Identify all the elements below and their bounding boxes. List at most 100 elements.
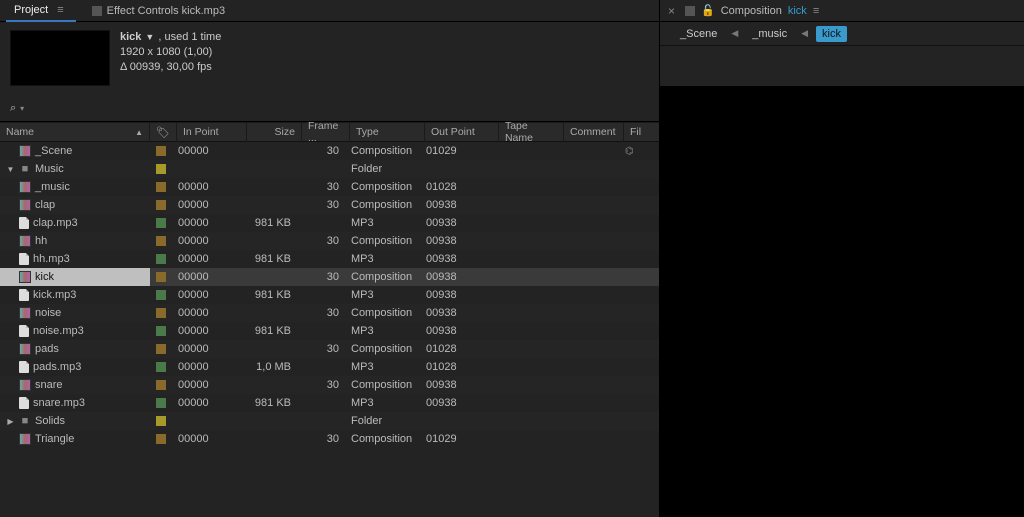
item-name: pads.mp3	[33, 361, 81, 373]
col-type[interactable]: Type	[350, 122, 425, 142]
close-icon[interactable]: ×	[668, 4, 679, 18]
file-icon	[19, 289, 29, 301]
breadcrumb-item[interactable]: _music	[746, 26, 793, 42]
breadcrumb-item-active[interactable]: kick	[816, 26, 847, 42]
cell-outpoint: 01028	[420, 178, 494, 196]
cell-tag[interactable]	[150, 304, 172, 322]
panel-menu-icon[interactable]: ≡	[53, 4, 67, 16]
cell-name: kick.mp3	[0, 286, 150, 304]
cell-name: ▶■Solids	[0, 412, 150, 430]
search-input[interactable]: ⌕ ▾	[10, 102, 24, 115]
col-inpoint[interactable]: In Point	[177, 122, 247, 142]
caret-down-icon[interactable]: ▼	[145, 30, 154, 45]
cell-tag[interactable]	[150, 394, 172, 412]
comp-icon	[19, 181, 31, 193]
panel-menu-icon[interactable]: ≡	[813, 5, 819, 17]
item-name: clap.mp3	[33, 217, 78, 229]
tag-color-swatch	[156, 362, 166, 372]
breadcrumb-item[interactable]: _Scene	[674, 26, 723, 42]
cell-tag[interactable]	[150, 322, 172, 340]
cell-tag[interactable]	[150, 232, 172, 250]
table-row[interactable]: pads0000030Composition01028	[0, 340, 659, 358]
cell-comment	[559, 142, 619, 160]
cell-fil	[619, 178, 659, 196]
col-tag[interactable]: 🏷	[150, 122, 177, 142]
cell-fil	[619, 286, 659, 304]
table-row[interactable]: ▶■SolidsFolder	[0, 412, 659, 430]
table-row[interactable]: clap0000030Composition00938	[0, 196, 659, 214]
table-row[interactable]: noise0000030Composition00938	[0, 304, 659, 322]
cell-frame	[297, 214, 345, 232]
table-row[interactable]: kick0000030Composition00938	[0, 268, 659, 286]
cell-tag[interactable]	[150, 160, 172, 178]
table-row[interactable]: _Scene0000030Composition01029⌬	[0, 142, 659, 160]
tab-effect-controls[interactable]: Effect Controls kick.mp3	[84, 0, 233, 22]
tag-color-swatch	[156, 344, 166, 354]
cell-tag[interactable]	[150, 340, 172, 358]
cell-tag[interactable]	[150, 412, 172, 430]
cell-tag[interactable]	[150, 268, 172, 286]
table-row[interactable]: hh0000030Composition00938	[0, 232, 659, 250]
comp-label: Composition	[721, 5, 782, 17]
table-row[interactable]: ▼■MusicFolder	[0, 160, 659, 178]
cell-tape	[494, 178, 559, 196]
comp-icon	[19, 199, 31, 211]
cell-inpoint: 00000	[172, 214, 242, 232]
cell-size: 981 KB	[242, 322, 297, 340]
cell-name: pads	[0, 340, 150, 358]
flowchart-icon[interactable]: ⌬	[625, 146, 634, 157]
table-row[interactable]: snare.mp300000981 KBMP300938	[0, 394, 659, 412]
table-row[interactable]: kick.mp300000981 KBMP300938	[0, 286, 659, 304]
col-comment[interactable]: Comment	[564, 122, 624, 142]
col-size[interactable]: Size	[247, 122, 302, 142]
item-name: hh.mp3	[33, 253, 70, 265]
comp-icon	[19, 433, 31, 445]
col-tape[interactable]: Tape Name	[499, 122, 564, 142]
tag-color-swatch	[156, 326, 166, 336]
cell-name: hh	[0, 232, 150, 250]
col-outpoint[interactable]: Out Point	[425, 122, 499, 142]
col-frame[interactable]: Frame ...	[302, 122, 350, 142]
cell-tag[interactable]	[150, 286, 172, 304]
composition-viewer[interactable]	[660, 86, 1024, 517]
cell-comment	[559, 340, 619, 358]
table-row[interactable]: Triangle0000030Composition01029	[0, 430, 659, 448]
cell-tape	[494, 412, 559, 430]
cell-comment	[559, 430, 619, 448]
cell-tag[interactable]	[150, 430, 172, 448]
cell-size	[242, 376, 297, 394]
twisty-closed-icon[interactable]: ▶	[6, 417, 15, 426]
lock-icon[interactable]: 🔓	[701, 4, 715, 17]
twisty-open-icon[interactable]: ▼	[6, 165, 15, 174]
cell-type: Composition	[345, 196, 420, 214]
cell-tag[interactable]	[150, 196, 172, 214]
table-row[interactable]: noise.mp300000981 KBMP300938	[0, 322, 659, 340]
cell-frame: 30	[297, 376, 345, 394]
cell-tag[interactable]	[150, 142, 172, 160]
cell-type: MP3	[345, 358, 420, 376]
cell-tag[interactable]	[150, 358, 172, 376]
table-row[interactable]: snare0000030Composition00938	[0, 376, 659, 394]
tag-color-swatch	[156, 218, 166, 228]
cell-tag[interactable]	[150, 214, 172, 232]
cell-tag[interactable]	[150, 250, 172, 268]
cell-comment	[559, 232, 619, 250]
cell-name: noise.mp3	[0, 322, 150, 340]
cell-tag[interactable]	[150, 376, 172, 394]
col-name[interactable]: Name ▲	[0, 122, 150, 142]
col-fil[interactable]: Fil	[624, 122, 659, 142]
item-name: _Scene	[35, 145, 72, 157]
tab-project[interactable]: Project ≡	[6, 0, 76, 22]
table-row[interactable]: clap.mp300000981 KBMP300938	[0, 214, 659, 232]
cell-type: MP3	[345, 214, 420, 232]
table-row[interactable]: hh.mp300000981 KBMP300938	[0, 250, 659, 268]
cell-outpoint: 00938	[420, 250, 494, 268]
table-row[interactable]: pads.mp3000001,0 MBMP301028	[0, 358, 659, 376]
cell-size	[242, 268, 297, 286]
cell-comment	[559, 304, 619, 322]
table-row[interactable]: _music0000030Composition01028	[0, 178, 659, 196]
cell-tag[interactable]	[150, 178, 172, 196]
cell-frame	[297, 160, 345, 178]
cell-comment	[559, 178, 619, 196]
preview-meta: kick ▼ , used 1 time 1920 x 1080 (1,00) …	[120, 30, 221, 94]
